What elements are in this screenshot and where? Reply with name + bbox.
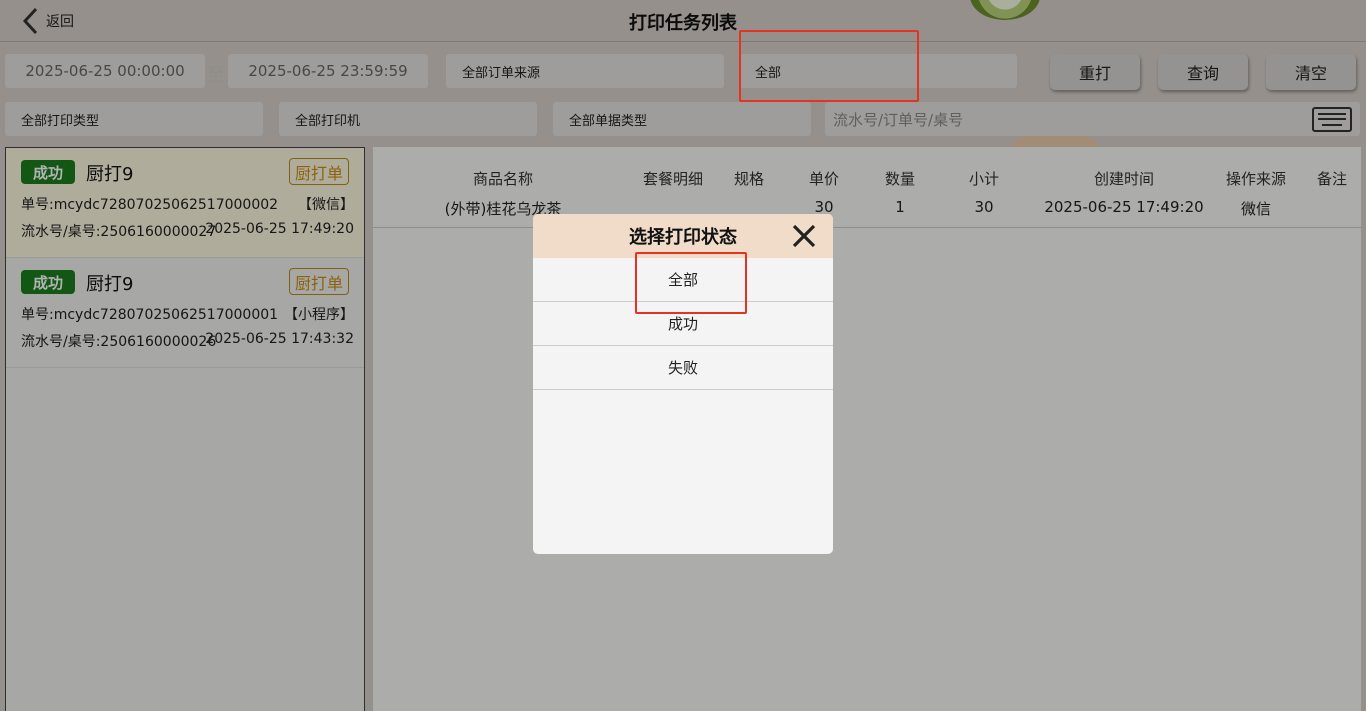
highlight-box-status-field (739, 30, 919, 102)
modal-title: 选择打印状态 (629, 227, 737, 248)
close-icon[interactable] (791, 223, 817, 249)
highlight-box-all-option (635, 252, 747, 314)
option-failed[interactable]: 失败 (533, 346, 833, 390)
